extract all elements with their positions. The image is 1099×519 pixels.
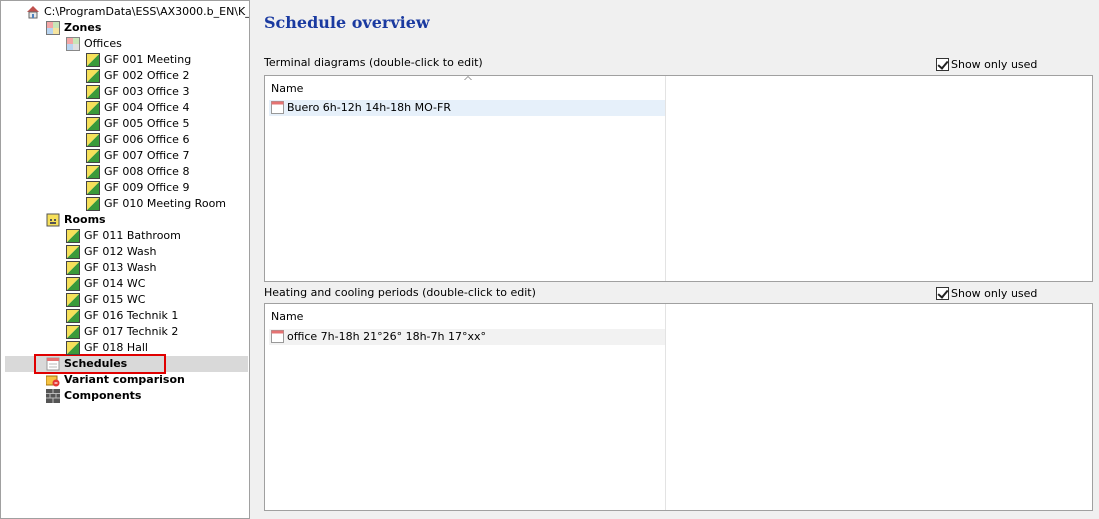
room-icon [86,101,100,115]
room-icon [66,341,80,355]
zones-icon [46,21,60,35]
room-icon [66,277,80,291]
room-icon [66,229,80,243]
project-tree[interactable]: C:\ProgramData\ESS\AX3000.b_EN\K_DATA Zo… [0,0,250,519]
room-icon [86,69,100,83]
checkbox-checked-icon [936,287,949,300]
room-icon [86,165,100,179]
list-item[interactable]: Buero 6h-12h 14h-18h MO-FR [269,100,665,116]
checkbox-checked-icon [936,58,949,71]
sort-ascending-icon[interactable] [464,76,472,80]
room-icon [66,309,80,323]
heating-cooling-label: Heating and cooling periods (double-clic… [264,286,536,299]
variant-comparison-icon [46,373,60,387]
page-title: Schedule overview [264,13,430,32]
heating-cooling-list[interactable]: Name office 7h-18h 21°26° 18h-7h 17°xx° [264,303,1093,511]
column-header-name[interactable]: Name [271,82,303,95]
room-icon [86,197,100,211]
terminal-diagrams-label: Terminal diagrams (double-click to edit) [264,56,483,69]
rooms-icon [46,213,60,227]
schedule-overview-pane: Schedule overview Terminal diagrams (dou… [250,0,1099,519]
room-icon [86,117,100,131]
room-icon [66,245,80,259]
schedules-highlight-box [34,354,166,374]
room-icon [86,149,100,163]
components-icon [46,389,60,403]
room-icon [86,181,100,195]
zone-group-icon [66,37,80,51]
terminal-diagrams-list[interactable]: Name Buero 6h-12h 14h-18h MO-FR [264,75,1093,282]
room-icon [86,53,100,67]
room-icon [66,293,80,307]
room-icon [86,85,100,99]
schedule-icon [271,101,284,114]
column-header-name[interactable]: Name [271,310,303,323]
house-icon [26,5,40,19]
list-item[interactable]: office 7h-18h 21°26° 18h-7h 17°xx° [269,329,665,345]
room-icon [66,325,80,339]
room-icon [66,261,80,275]
room-icon [86,133,100,147]
schedule-icon [271,330,284,343]
